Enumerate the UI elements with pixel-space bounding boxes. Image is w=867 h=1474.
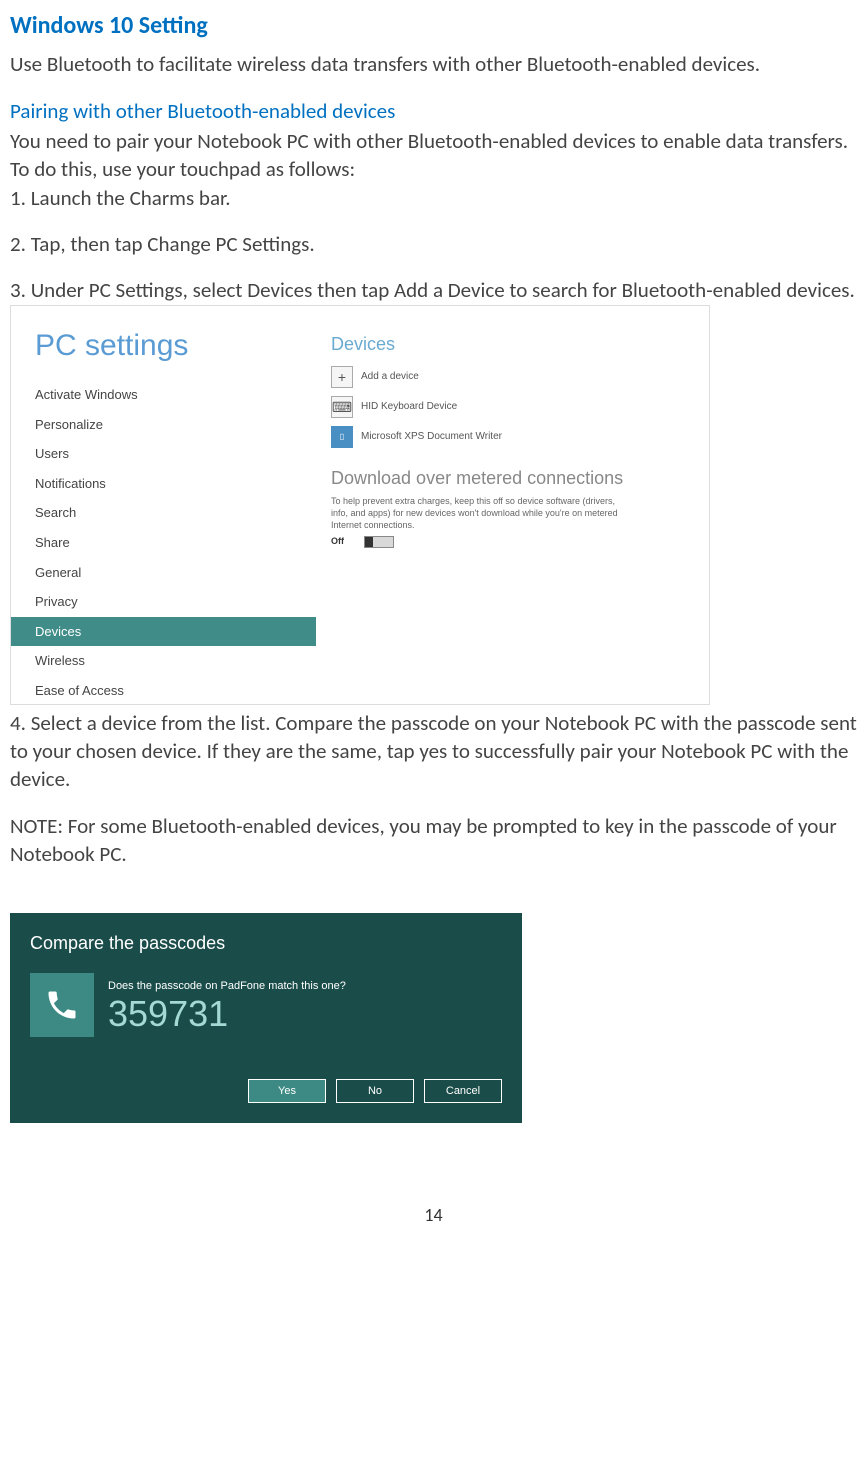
sidebar-item[interactable]: Ease of Access <box>11 676 316 705</box>
passcode-question: Does the passcode on PadFone match this … <box>108 979 502 994</box>
device-label: Microsoft XPS Document Writer <box>361 430 502 444</box>
yes-button[interactable]: Yes <box>248 1079 326 1103</box>
pc-settings-sidebar: PC settings Activate WindowsPersonalizeU… <box>11 306 316 704</box>
add-device-button[interactable]: + Add a device <box>331 366 709 388</box>
device-label: HID Keyboard Device <box>361 400 457 414</box>
device-item-keyboard[interactable]: ⌨ HID Keyboard Device <box>331 396 709 418</box>
phone-icon-box <box>30 973 94 1037</box>
sidebar-item[interactable]: Personalize <box>11 410 316 440</box>
page-number: 14 <box>10 1203 857 1227</box>
plus-icon: + <box>331 366 353 388</box>
pc-settings-content: Devices + Add a device ⌨ HID Keyboard De… <box>316 306 709 704</box>
step-4: 4. Select a device from the list. Compar… <box>10 709 857 794</box>
sidebar-item[interactable]: Activate Windows <box>11 380 316 410</box>
cancel-button[interactable]: Cancel <box>424 1079 502 1103</box>
devices-heading: Devices <box>331 332 709 356</box>
note-text: NOTE: For some Bluetooth-enabled devices… <box>10 812 857 869</box>
keyboard-icon: ⌨ <box>331 396 353 418</box>
document-icon: ▯ <box>331 426 353 448</box>
step-3: 3. Under PC Settings, select Devices the… <box>10 276 857 304</box>
toggle-switch[interactable] <box>364 536 394 548</box>
pc-settings-title: PC settings <box>11 326 316 367</box>
toggle-off-label: Off <box>331 535 344 547</box>
passcode-title: Compare the passcodes <box>30 931 502 955</box>
step-1: 1. Launch the Charms bar. <box>10 184 857 212</box>
pairing-intro: You need to pair your Notebook PC with o… <box>10 127 857 184</box>
sidebar-item[interactable]: Share <box>11 528 316 558</box>
sidebar-item[interactable]: Devices <box>11 617 316 647</box>
add-device-label: Add a device <box>361 370 419 384</box>
sidebar-item[interactable]: Users <box>11 439 316 469</box>
phone-icon <box>44 987 80 1023</box>
sidebar-item[interactable]: Wireless <box>11 646 316 676</box>
sidebar-item[interactable]: General <box>11 558 316 588</box>
metered-heading: Download over metered connections <box>331 466 709 490</box>
device-item-xps[interactable]: ▯ Microsoft XPS Document Writer <box>331 426 709 448</box>
metered-description: To help prevent extra charges, keep this… <box>331 496 631 531</box>
passcode-dialog: Compare the passcodes Does the passcode … <box>10 913 522 1123</box>
passcode-number: 359731 <box>108 996 502 1032</box>
sidebar-item[interactable]: Notifications <box>11 469 316 499</box>
step-2: 2. Tap, then tap Change PC Settings. <box>10 230 857 258</box>
sidebar-item[interactable]: Privacy <box>11 587 316 617</box>
pairing-subheading: Pairing with other Bluetooth-enabled dev… <box>10 97 857 125</box>
metered-toggle-row: Off <box>331 535 709 547</box>
page-heading: Windows 10 Setting <box>10 10 857 42</box>
pc-settings-screenshot: PC settings Activate WindowsPersonalizeU… <box>10 305 710 705</box>
no-button[interactable]: No <box>336 1079 414 1103</box>
sidebar-item[interactable]: Search <box>11 498 316 528</box>
intro-text: Use Bluetooth to facilitate wireless dat… <box>10 50 857 78</box>
